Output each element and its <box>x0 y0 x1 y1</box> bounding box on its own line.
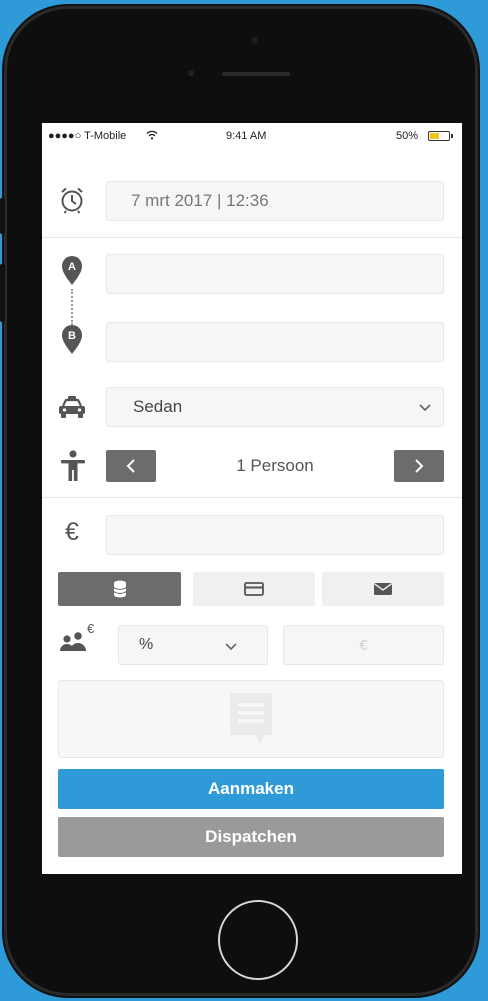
person-icon <box>58 449 88 483</box>
mute-switch <box>0 198 5 234</box>
car-icon <box>56 393 88 421</box>
notes-field[interactable] <box>58 680 444 758</box>
app-screen: ●●●●○ T-Mobile 9:41 AM 50% 7 mrt 2017 | … <box>42 123 462 874</box>
home-button[interactable] <box>218 900 298 980</box>
chevron-right-icon <box>415 459 424 473</box>
status-bar: ●●●●○ T-Mobile 9:41 AM 50% <box>42 123 462 149</box>
proximity-sensor <box>188 70 194 76</box>
commission-type-value: % <box>139 636 154 653</box>
commission-type-select[interactable]: % <box>118 625 268 665</box>
dropoff-marker-icon: B <box>58 322 86 356</box>
payment-cash-button[interactable] <box>58 572 181 606</box>
chevron-down-icon <box>419 404 431 412</box>
payment-card-button[interactable] <box>193 572 315 606</box>
credit-card-icon <box>244 582 264 596</box>
dropoff-address-input[interactable] <box>106 322 444 362</box>
battery-percent: 50% <box>396 130 419 142</box>
datetime-field[interactable]: 7 mrt 2017 | 12:36 <box>106 181 444 221</box>
dispatch-button[interactable]: Dispatchen <box>58 817 444 857</box>
payment-invoice-button[interactable] <box>322 572 444 606</box>
vehicle-select[interactable]: Sedan <box>106 387 444 427</box>
passengers-increase-button[interactable] <box>394 450 444 482</box>
battery-level <box>430 133 439 139</box>
commission-euro-badge: € <box>87 621 95 636</box>
vehicle-select-value: Sedan <box>133 397 183 416</box>
battery-icon <box>428 131 453 141</box>
pickup-marker-icon: A <box>58 253 86 287</box>
status-time: 9:41 AM <box>226 130 267 142</box>
note-icon <box>230 693 272 745</box>
chevron-down-icon <box>225 643 237 651</box>
commission-amount-input[interactable]: € <box>283 625 444 665</box>
volume-up-button <box>0 264 5 322</box>
passenger-count: 1 Persoon <box>236 456 314 475</box>
wifi-icon <box>146 130 158 140</box>
earpiece-speaker <box>222 72 290 76</box>
price-input[interactable] <box>106 515 444 555</box>
divider <box>42 497 462 498</box>
front-camera <box>251 37 258 44</box>
create-button[interactable]: Aanmaken <box>58 769 444 809</box>
svg-text:B: B <box>68 330 76 342</box>
alarm-clock-icon <box>58 185 86 215</box>
divider <box>42 237 462 238</box>
route-connector <box>71 289 73 325</box>
coins-icon <box>113 580 126 598</box>
euro-icon: € <box>65 517 79 546</box>
passengers-decrease-button[interactable] <box>106 450 156 482</box>
svg-text:A: A <box>68 261 76 273</box>
envelope-icon <box>374 583 392 595</box>
chevron-left-icon <box>126 459 135 473</box>
people-euro-icon: € <box>54 621 98 655</box>
pickup-address-input[interactable] <box>106 254 444 294</box>
carrier-label: ●●●●○ T-Mobile <box>48 130 127 142</box>
